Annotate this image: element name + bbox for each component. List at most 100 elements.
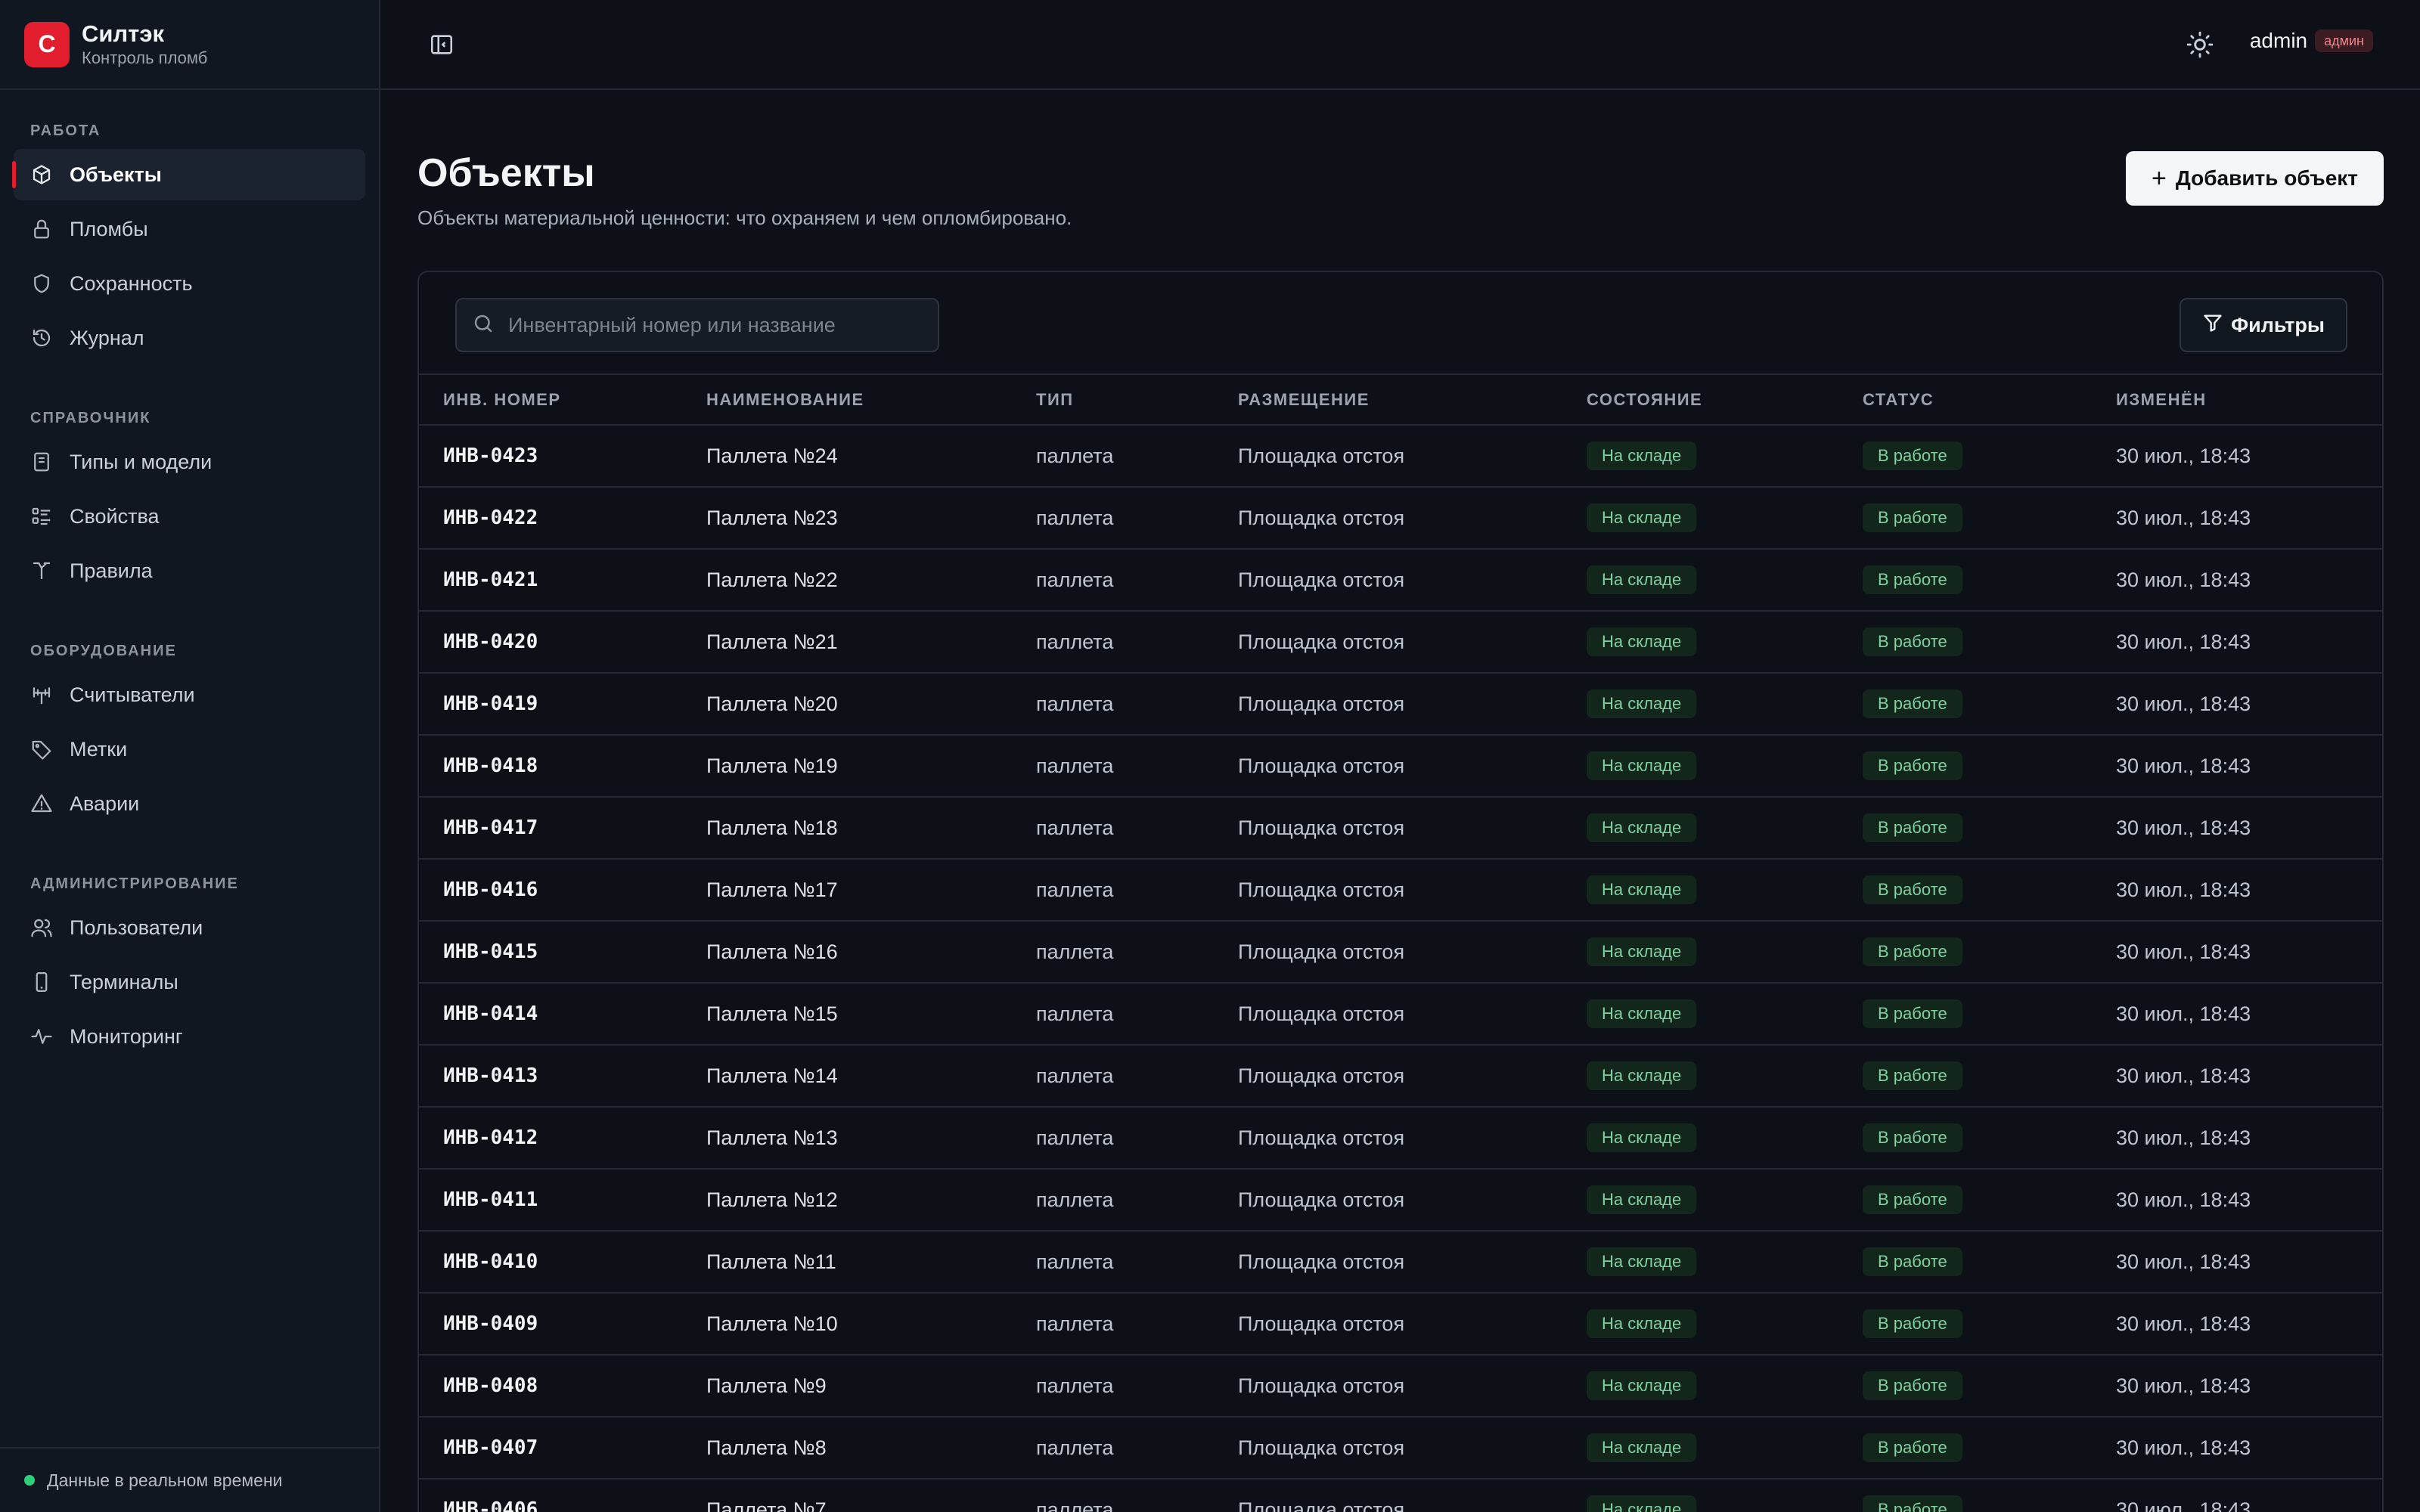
cell-state: На складе bbox=[1562, 735, 1838, 798]
cell-type: паллета bbox=[1012, 1169, 1214, 1232]
state-badge: На складе bbox=[1587, 1123, 1697, 1152]
sidebar-item-label: Аварии bbox=[70, 792, 140, 815]
sidebar-nav: РАБОТА Объекты Пломбы Сохранность Журнал bbox=[0, 90, 379, 1062]
cell-type: паллета bbox=[1012, 735, 1214, 798]
table-row[interactable]: ИНВ-0415 Паллета №16 паллета Площадка отсто… bbox=[419, 921, 2382, 984]
table-row[interactable]: ИНВ-0406 Паллета №7 паллета Площадка отстоя… bbox=[419, 1479, 2382, 1512]
page-description: Объекты материальной ценности: что охран… bbox=[417, 206, 1072, 229]
sidebar-item-monitoring[interactable]: Мониторинг bbox=[14, 1011, 365, 1062]
sidebar-item-rules[interactable]: Правила bbox=[14, 545, 365, 596]
cell-name: Паллета №19 bbox=[682, 735, 1012, 798]
cell-inv-number: ИНВ-0412 bbox=[419, 1107, 682, 1170]
cell-inv-number: ИНВ-0420 bbox=[419, 611, 682, 674]
table-row[interactable]: ИНВ-0410 Паллета №11 паллета Площадка отсто… bbox=[419, 1231, 2382, 1294]
table-row[interactable]: ИНВ-0407 Паллета №8 паллета Площадка отстоя… bbox=[419, 1417, 2382, 1479]
list-icon bbox=[30, 505, 53, 528]
table-row[interactable]: ИНВ-0409 Паллета №10 паллета Площадка отсто… bbox=[419, 1293, 2382, 1356]
column-header-changed[interactable]: Изменён bbox=[2092, 375, 2382, 426]
table-row[interactable]: ИНВ-0408 Паллета №9 паллета Площадка отстоя… bbox=[419, 1355, 2382, 1418]
sidebar-item-safety[interactable]: Сохранность bbox=[14, 258, 365, 309]
sidebar-item-tags[interactable]: Метки bbox=[14, 723, 365, 775]
user-menu[interactable]: admin админ bbox=[2250, 29, 2373, 53]
sidebar-item-seals[interactable]: Пломбы bbox=[14, 203, 365, 255]
state-badge: На складе bbox=[1587, 1185, 1697, 1214]
topbar: admin админ bbox=[380, 0, 2420, 90]
search-box[interactable] bbox=[455, 298, 939, 352]
cell-placement: Площадка отстоя bbox=[1214, 859, 1562, 922]
cell-state: На складе bbox=[1562, 797, 1838, 860]
history-icon bbox=[30, 327, 53, 349]
cell-name: Паллета №8 bbox=[682, 1417, 1012, 1479]
state-badge: На складе bbox=[1587, 1247, 1697, 1276]
state-badge: На складе bbox=[1587, 1309, 1697, 1338]
table-row[interactable]: ИНВ-0411 Паллета №12 паллета Площадка отсто… bbox=[419, 1169, 2382, 1232]
cell-type: паллета bbox=[1012, 549, 1214, 612]
brand[interactable]: С Силтэк Контроль пломб bbox=[0, 0, 379, 90]
cell-status: В работе bbox=[1838, 735, 2092, 798]
sidebar-item-types-models[interactable]: Типы и модели bbox=[14, 436, 365, 488]
sidebar-item-journal[interactable]: Журнал bbox=[14, 312, 365, 364]
page-title: Объекты bbox=[417, 151, 595, 195]
cell-state: На складе bbox=[1562, 1293, 1838, 1356]
state-badge: На складе bbox=[1587, 503, 1697, 532]
table-row[interactable]: ИНВ-0412 Паллета №13 паллета Площадка отсто… bbox=[419, 1107, 2382, 1170]
sidebar-item-terminals[interactable]: Терминалы bbox=[14, 956, 365, 1008]
column-header-placement[interactable]: Размещение bbox=[1214, 375, 1562, 426]
add-object-button[interactable]: + Добавить объект bbox=[2126, 151, 2384, 206]
search-input[interactable] bbox=[508, 313, 932, 337]
table-row[interactable]: ИНВ-0413 Паллета №14 паллета Площадка отсто… bbox=[419, 1045, 2382, 1108]
cell-inv-number: ИНВ-0410 bbox=[419, 1231, 682, 1294]
filters-button[interactable]: Фильтры bbox=[2180, 298, 2347, 352]
cell-state: На складе bbox=[1562, 487, 1838, 550]
cell-status: В работе bbox=[1838, 1355, 2092, 1418]
cell-type: паллета bbox=[1012, 1355, 1214, 1418]
state-badge: На складе bbox=[1587, 1433, 1697, 1462]
cell-placement: Площадка отстоя bbox=[1214, 611, 1562, 674]
table-row[interactable]: ИНВ-0416 Паллета №17 паллета Площадка отсто… bbox=[419, 859, 2382, 922]
sidebar-item-readers[interactable]: Считыватели bbox=[14, 669, 365, 720]
column-header-type[interactable]: Тип bbox=[1012, 375, 1214, 426]
sidebar-item-label: Считыватели bbox=[70, 683, 195, 706]
cell-placement: Площадка отстоя bbox=[1214, 549, 1562, 612]
sidebar: С Силтэк Контроль пломб РАБОТА Объекты П… bbox=[0, 0, 380, 1512]
state-badge: На складе bbox=[1587, 999, 1697, 1028]
column-header-name[interactable]: Наименование bbox=[682, 375, 1012, 426]
cell-state: На складе bbox=[1562, 1417, 1838, 1479]
sidebar-item-alarms[interactable]: Аварии bbox=[14, 778, 365, 829]
sidebar-item-objects[interactable]: Объекты bbox=[12, 149, 365, 200]
cell-name: Паллета №10 bbox=[682, 1293, 1012, 1356]
cell-state: На складе bbox=[1562, 1479, 1838, 1512]
cell-placement: Площадка отстоя bbox=[1214, 1231, 1562, 1294]
cell-changed: 30 июл., 18:43 bbox=[2092, 487, 2382, 550]
cell-name: Паллета №11 bbox=[682, 1231, 1012, 1294]
nav-section-title: РАБОТА bbox=[30, 122, 101, 139]
status-badge: В работе bbox=[1863, 751, 1962, 780]
sidebar-toggle-button[interactable] bbox=[429, 32, 455, 57]
theme-toggle-button[interactable] bbox=[2186, 30, 2214, 59]
table-row[interactable]: ИНВ-0414 Паллета №15 паллета Площадка отсто… bbox=[419, 983, 2382, 1046]
column-header-status[interactable]: Статус bbox=[1838, 375, 2092, 426]
cell-state: На складе bbox=[1562, 549, 1838, 612]
sidebar-item-label: Пользователи bbox=[70, 916, 203, 939]
cell-inv-number: ИНВ-0416 bbox=[419, 859, 682, 922]
column-header-state[interactable]: Состояние bbox=[1562, 375, 1838, 426]
table-row[interactable]: ИНВ-0423 Паллета №24 паллета Площадка отсто… bbox=[419, 425, 2382, 488]
sidebar-item-properties[interactable]: Свойства bbox=[14, 491, 365, 542]
table-row[interactable]: ИНВ-0418 Паллета №19 паллета Площадка отсто… bbox=[419, 735, 2382, 798]
cell-status: В работе bbox=[1838, 487, 2092, 550]
table-row[interactable]: ИНВ-0417 Паллета №18 паллета Площадка отсто… bbox=[419, 797, 2382, 860]
table-row[interactable]: ИНВ-0421 Паллета №22 паллета Площадка отсто… bbox=[419, 549, 2382, 612]
table-row[interactable]: ИНВ-0422 Паллета №23 паллета Площадка отсто… bbox=[419, 487, 2382, 550]
table-row[interactable]: ИНВ-0420 Паллета №21 паллета Площадка отсто… bbox=[419, 611, 2382, 674]
cell-inv-number: ИНВ-0409 bbox=[419, 1293, 682, 1356]
cell-state: На складе bbox=[1562, 673, 1838, 736]
cell-changed: 30 июл., 18:43 bbox=[2092, 1479, 2382, 1512]
column-header-inv[interactable]: Инв. номер bbox=[419, 375, 682, 426]
cell-status: В работе bbox=[1838, 859, 2092, 922]
table-row[interactable]: ИНВ-0419 Паллета №20 паллета Площадка отсто… bbox=[419, 673, 2382, 736]
sidebar-item-users[interactable]: Пользователи bbox=[14, 902, 365, 953]
cell-status: В работе bbox=[1838, 1293, 2092, 1356]
sidebar-item-label: Метки bbox=[70, 737, 128, 761]
sidebar-item-label: Пломбы bbox=[70, 217, 148, 240]
cell-changed: 30 июл., 18:43 bbox=[2092, 1231, 2382, 1294]
